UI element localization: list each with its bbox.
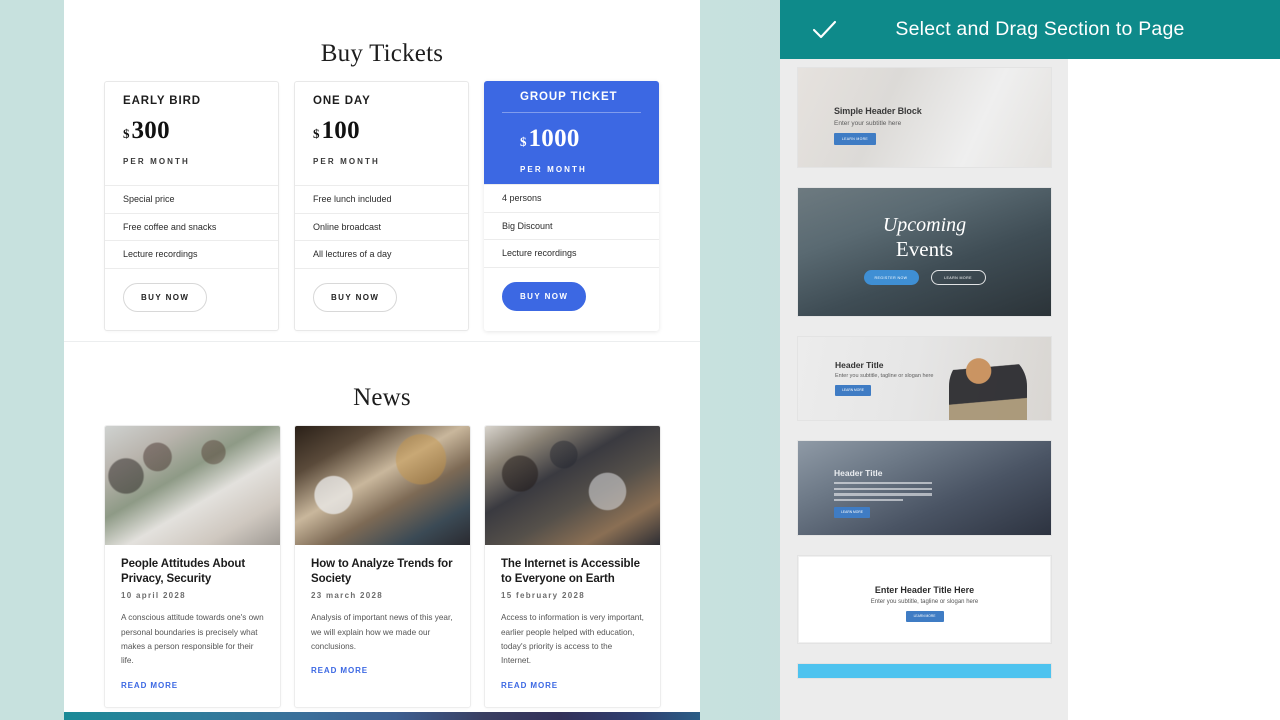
news-body: People Attitudes About Privacy, Security… bbox=[105, 545, 280, 707]
news-image bbox=[485, 426, 660, 545]
thumb-photo-figure bbox=[949, 352, 1027, 420]
news-card-title: How to Analyze Trends for Society bbox=[311, 558, 453, 585]
pricing-price: $ 1000 bbox=[502, 125, 641, 153]
panel-title: Select and Drag Section to Page bbox=[895, 18, 1185, 40]
pricing-feature: Big Discount bbox=[484, 211, 659, 240]
read-more-link[interactable]: READ MORE bbox=[311, 666, 368, 675]
website-footer-strip bbox=[64, 712, 700, 720]
thumb-button-label: LEARN MORE bbox=[842, 388, 864, 392]
currency-symbol: $ bbox=[123, 126, 130, 141]
website-canvas[interactable]: Buy Tickets EARLY BIRD $ 300 PER MONTH S… bbox=[64, 0, 700, 712]
pricing-feature: Special price bbox=[105, 185, 278, 213]
pricing-card-row: EARLY BIRD $ 300 PER MONTH Special price… bbox=[104, 81, 659, 331]
price-period: PER MONTH bbox=[313, 157, 380, 166]
section-thumbnail-list[interactable]: Simple Header Block Enter your subtitle … bbox=[780, 59, 1068, 720]
thumb-title: Enter Header Title Here bbox=[874, 585, 975, 595]
news-body: How to Analyze Trends for Society 23 mar… bbox=[295, 545, 470, 692]
thumb-button-secondary: LEARN MORE bbox=[930, 270, 986, 285]
news-card-row: People Attitudes About Privacy, Security… bbox=[104, 425, 661, 708]
news-card-date: 23 march 2028 bbox=[311, 591, 384, 601]
pricing-card-head: EARLY BIRD $ 300 PER MONTH bbox=[105, 82, 278, 185]
pricing-feature: Lecture recordings bbox=[105, 240, 278, 268]
pricing-feature: Online broadcast bbox=[295, 212, 468, 241]
news-card-excerpt: Access to information is very important,… bbox=[501, 613, 644, 666]
thumb-button: LEARN MORE bbox=[905, 611, 944, 622]
pricing-price: $ 300 bbox=[123, 117, 260, 145]
thumb-title: Simple Header Block bbox=[834, 106, 922, 116]
thumb-subtitle: Enter you subtitle, tagline or slogan he… bbox=[835, 373, 934, 379]
pricing-card-head: ONE DAY $ 100 PER MONTH bbox=[295, 82, 468, 185]
pricing-title: Buy Tickets bbox=[320, 40, 444, 67]
thumb-button-primary: REGISTER NOW bbox=[863, 270, 919, 285]
thumb-button-label: LEARN MORE bbox=[841, 137, 869, 141]
currency-symbol: $ bbox=[520, 134, 527, 149]
pricing-plan-name: ONE DAY bbox=[313, 95, 371, 107]
thumb-button-row: REGISTER NOW LEARN MORE bbox=[798, 270, 1051, 285]
thumb-title-line2: Events bbox=[895, 237, 954, 261]
news-card[interactable]: The Internet is Accessible to Everyone o… bbox=[484, 425, 661, 708]
pricing-feature: Free coffee and snacks bbox=[105, 212, 278, 241]
pricing-button-wrap: BUY NOW bbox=[105, 267, 278, 330]
thumb-button: LEARN MORE bbox=[835, 385, 871, 396]
buy-now-button[interactable]: BUY NOW bbox=[313, 282, 398, 312]
pricing-card-one-day[interactable]: ONE DAY $ 100 PER MONTH Free lunch inclu… bbox=[294, 81, 469, 331]
thumbnail-header-title-dark[interactable]: Header Title LEARN MORE bbox=[798, 441, 1051, 535]
buy-now-button[interactable]: BUY NOW bbox=[502, 281, 587, 311]
news-card-date: 15 february 2028 bbox=[501, 591, 585, 601]
news-card[interactable]: People Attitudes About Privacy, Security… bbox=[104, 425, 281, 708]
thumb-title-block: Upcoming Events bbox=[798, 214, 1051, 261]
thumb-paragraph-lines bbox=[834, 482, 932, 504]
pricing-card-early-bird[interactable]: EARLY BIRD $ 300 PER MONTH Special price… bbox=[104, 81, 279, 331]
thumbnail-upcoming-events[interactable]: Upcoming Events REGISTER NOW LEARN MORE bbox=[798, 188, 1051, 316]
price-amount: 300 bbox=[131, 117, 170, 144]
news-card-excerpt: Analysis of important news of this year,… bbox=[311, 613, 453, 652]
buy-now-button[interactable]: BUY NOW bbox=[123, 282, 208, 312]
thumb-button: LEARN MORE bbox=[834, 133, 876, 145]
thumb-title: Header Title bbox=[834, 468, 883, 478]
pricing-plan-name: EARLY BIRD bbox=[123, 95, 202, 107]
pricing-feature: Lecture recordings bbox=[484, 239, 659, 267]
thumbnail-header-title-light[interactable]: Header Title Enter you subtitle, tagline… bbox=[798, 337, 1051, 420]
news-section[interactable]: News People Attitudes About Privacy, Sec… bbox=[64, 342, 700, 712]
pricing-button-wrap: BUY NOW bbox=[295, 267, 468, 330]
news-image bbox=[295, 426, 470, 545]
panel-header: Select and Drag Section to Page bbox=[780, 0, 1280, 59]
pricing-feature: 4 persons bbox=[484, 184, 659, 212]
news-image bbox=[105, 426, 280, 545]
pricing-button-wrap: BUY NOW bbox=[484, 266, 659, 329]
thumb-title: Header Title bbox=[835, 360, 884, 370]
pricing-feature: Free lunch included bbox=[295, 185, 468, 213]
thumb-subtitle: Enter you subtitle, tagline or slogan he… bbox=[870, 599, 979, 605]
section-picker-panel[interactable]: Select and Drag Section to Page Simple H… bbox=[780, 0, 1280, 720]
thumbnail-enter-header-title[interactable]: Enter Header Title Here Enter you subtit… bbox=[798, 556, 1051, 643]
price-period: PER MONTH bbox=[520, 165, 587, 174]
pricing-price: $ 100 bbox=[313, 117, 450, 145]
news-title: News bbox=[353, 384, 411, 411]
pricing-feature: All lectures of a day bbox=[295, 240, 468, 268]
pricing-section[interactable]: Buy Tickets EARLY BIRD $ 300 PER MONTH S… bbox=[64, 0, 700, 341]
price-amount: 1000 bbox=[528, 125, 580, 152]
read-more-link[interactable]: READ MORE bbox=[501, 681, 558, 690]
news-card-title: The Internet is Accessible to Everyone o… bbox=[501, 558, 640, 585]
thumbnail-simple-header-block[interactable]: Simple Header Block Enter your subtitle … bbox=[798, 68, 1051, 167]
thumb-button-label: LEARN MORE bbox=[913, 614, 936, 618]
thumb-button: LEARN MORE bbox=[834, 507, 870, 518]
news-card-title: People Attitudes About Privacy, Security bbox=[121, 558, 246, 585]
pricing-card-group-ticket[interactable]: GROUP TICKET $ 1000 PER MONTH 4 persons … bbox=[484, 81, 659, 331]
read-more-link[interactable]: READ MORE bbox=[121, 681, 178, 690]
pricing-plan-name: GROUP TICKET bbox=[502, 81, 641, 113]
thumb-subtitle: Enter your subtitle here bbox=[834, 120, 902, 127]
news-card-date: 10 april 2028 bbox=[121, 591, 186, 601]
price-period: PER MONTH bbox=[123, 157, 190, 166]
thumbnail-next-partial[interactable] bbox=[798, 664, 1051, 678]
thumb-button-label: LEARN MORE bbox=[841, 510, 863, 514]
check-icon[interactable] bbox=[810, 16, 838, 44]
news-card-excerpt: A conscious attitude towards one's own p… bbox=[121, 613, 264, 666]
currency-symbol: $ bbox=[313, 126, 320, 141]
pricing-card-head: GROUP TICKET $ 1000 PER MONTH bbox=[484, 81, 659, 184]
price-amount: 100 bbox=[321, 117, 360, 144]
thumb-title-line1: Upcoming bbox=[882, 214, 967, 236]
news-card[interactable]: How to Analyze Trends for Society 23 mar… bbox=[294, 425, 471, 708]
news-body: The Internet is Accessible to Everyone o… bbox=[485, 545, 660, 707]
